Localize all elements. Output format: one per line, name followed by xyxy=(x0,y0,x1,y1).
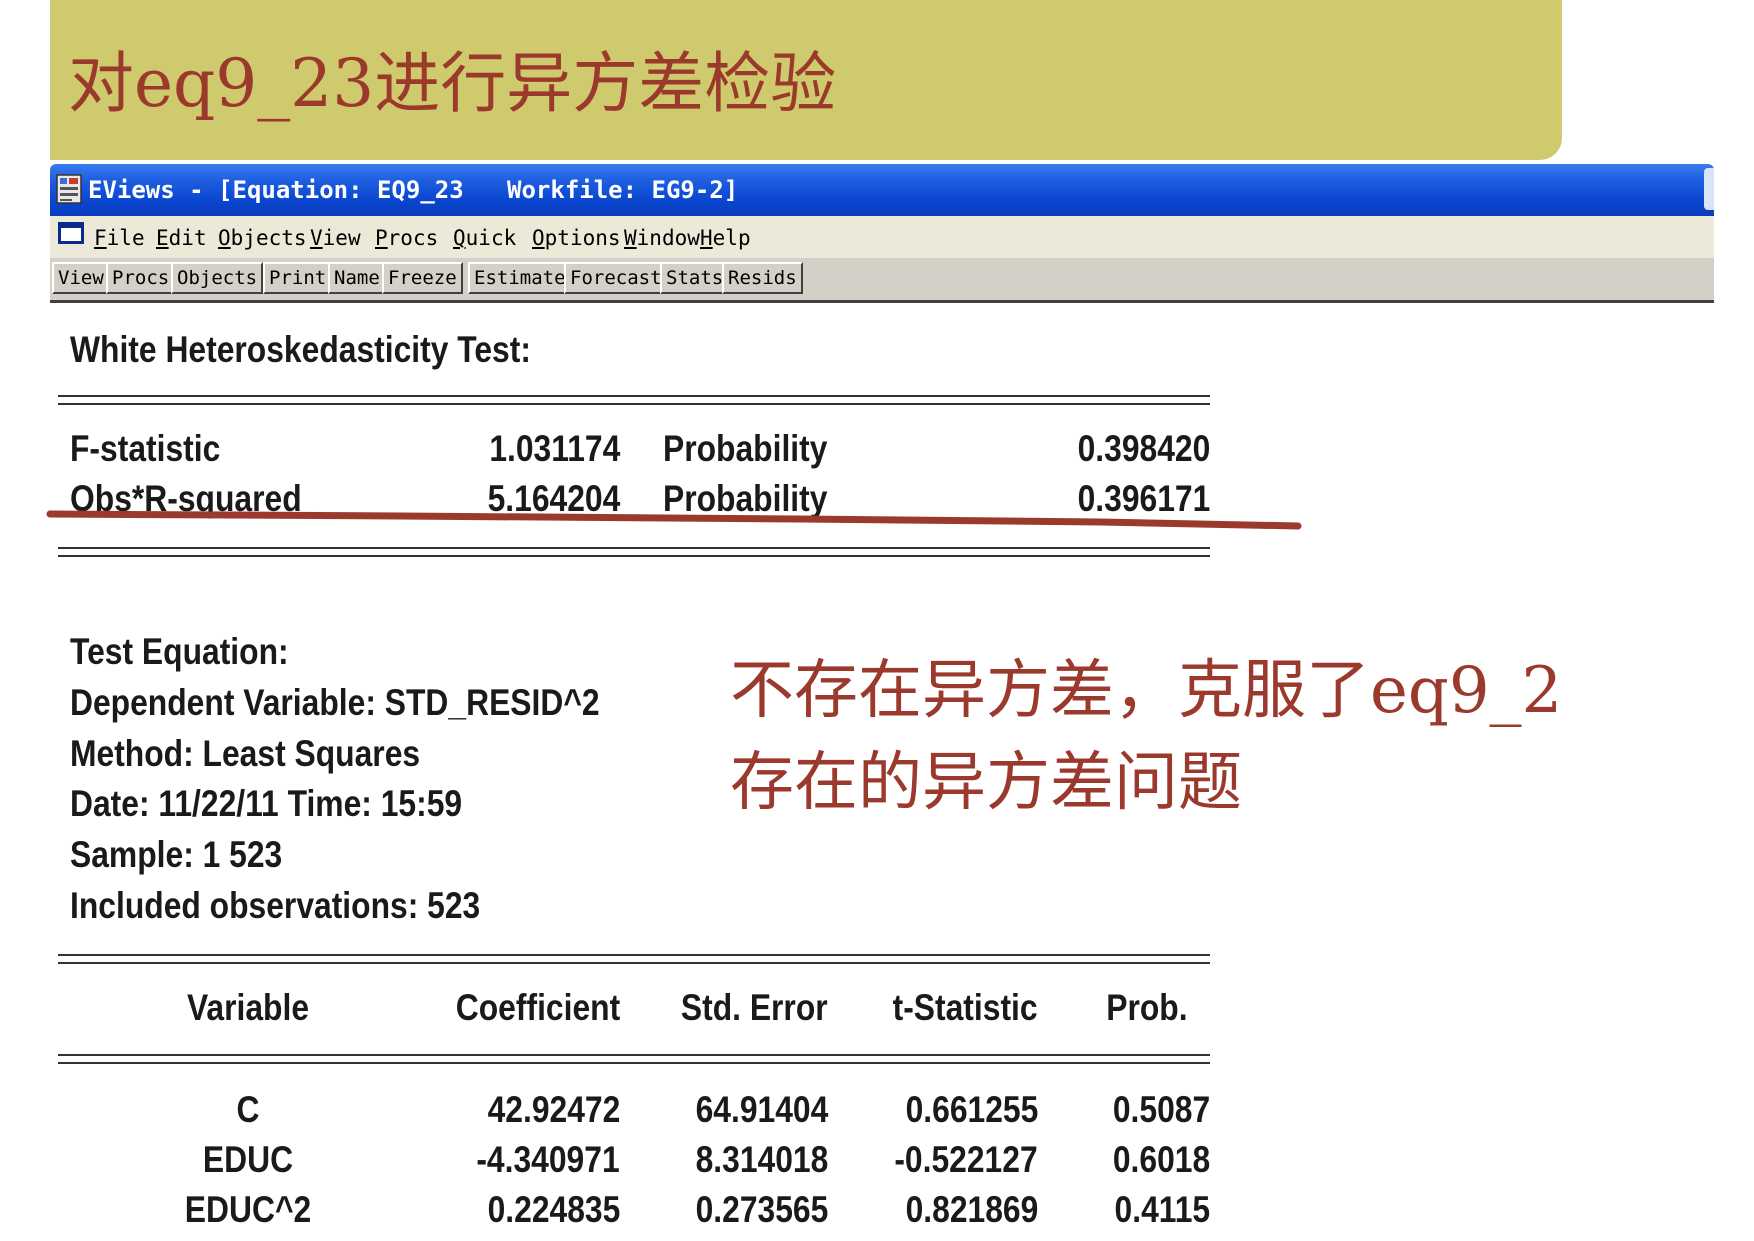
test-info-line: Dependent Variable: STD_RESID^2 xyxy=(70,682,600,723)
table-cell-t-statistic: -0.522127 xyxy=(894,1139,1038,1180)
table-cell-variable: EDUC^2 xyxy=(184,1189,312,1230)
test-info-line: Date: 11/22/11 Time: 15:59 xyxy=(70,783,463,824)
table-header-variable: Variable xyxy=(186,987,310,1028)
table-cell-coefficient: 42.92472 xyxy=(487,1089,620,1130)
table-header-coefficient: Coefficient xyxy=(455,987,620,1028)
table-cell-coefficient: -4.340971 xyxy=(476,1139,620,1180)
test-info-line: Sample: 1 523 xyxy=(70,834,283,875)
table-cell-prob: 0.6018 xyxy=(1112,1139,1210,1180)
table-header-std-error: Std. Error xyxy=(681,987,828,1028)
test-info-line: Method: Least Squares xyxy=(70,733,421,774)
divider xyxy=(58,1054,1210,1064)
table-cell-variable: EDUC xyxy=(202,1139,294,1180)
table-cell-std-error: 8.314018 xyxy=(695,1139,828,1180)
test-info-line: Test Equation: xyxy=(70,631,289,672)
table-cell-t-statistic: 0.821869 xyxy=(905,1189,1038,1230)
table-cell-std-error: 64.91404 xyxy=(695,1089,828,1130)
table-cell-variable: C xyxy=(236,1089,260,1130)
table-cell-t-statistic: 0.661255 xyxy=(905,1089,1038,1130)
test-info-line: Included observations: 523 xyxy=(70,885,481,926)
annotation-line: 不存在异方差，克服了eq9_2 xyxy=(730,654,1563,728)
table-cell-std-error: 0.273565 xyxy=(695,1189,828,1230)
table-header-prob: Prob. xyxy=(1106,987,1188,1028)
table-cell-prob: 0.4115 xyxy=(1114,1189,1210,1230)
divider xyxy=(58,954,1210,964)
annotation-text: 不存在异方差，克服了eq9_2 存在的异方差问题 xyxy=(730,645,1562,829)
table-header-t-statistic: t-Statistic xyxy=(893,987,1038,1028)
table-cell-prob: 0.5087 xyxy=(1112,1089,1210,1130)
annotation-line: 存在的异方差问题 xyxy=(730,746,1242,820)
divider xyxy=(58,547,1210,557)
table-cell-coefficient: 0.224835 xyxy=(487,1189,620,1230)
